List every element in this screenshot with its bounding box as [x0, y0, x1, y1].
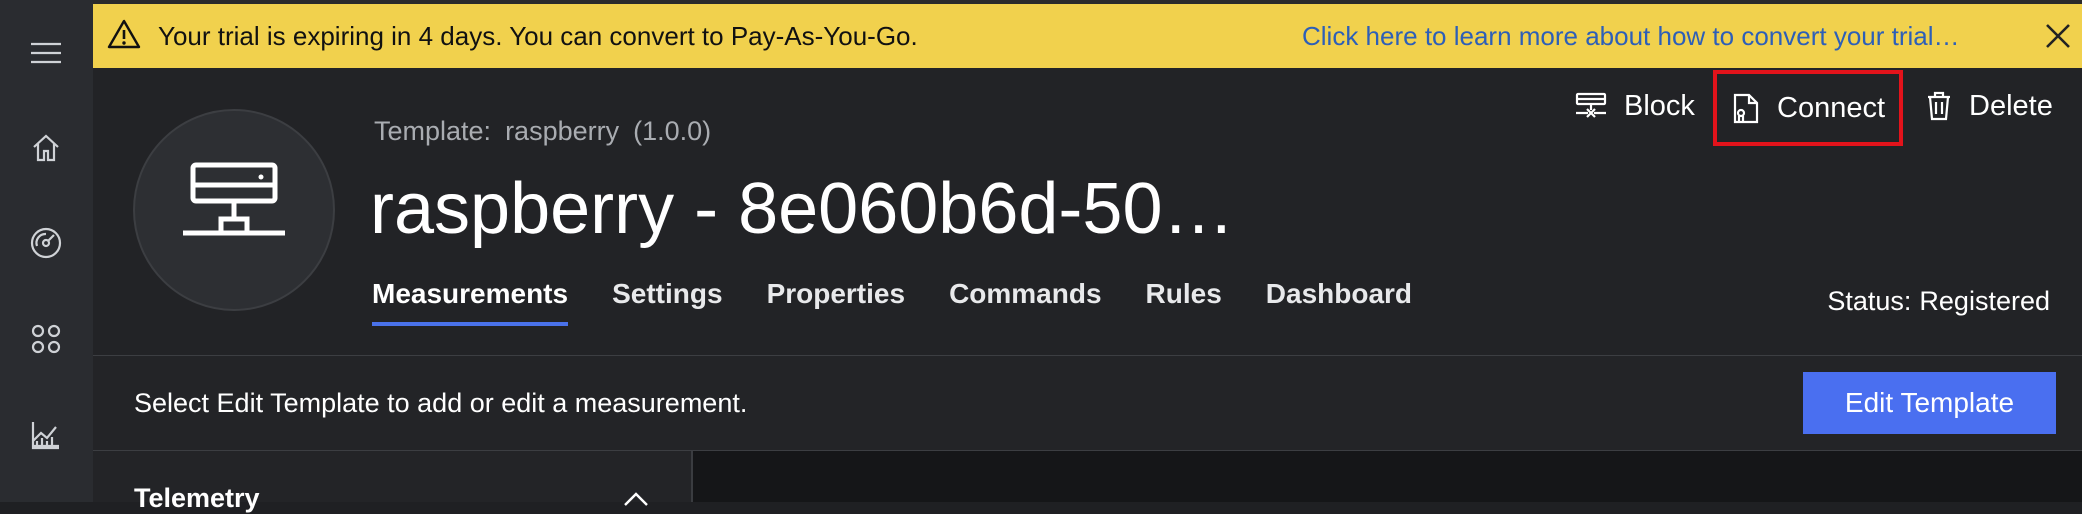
tab-commands[interactable]: Commands	[949, 278, 1101, 326]
measurement-info-bar: Select Edit Template to add or edit a me…	[93, 356, 2082, 451]
tab-settings[interactable]: Settings	[612, 278, 722, 326]
block-label: Block	[1624, 89, 1695, 122]
warning-icon	[107, 18, 141, 55]
telemetry-panel: Telemetry	[93, 451, 693, 513]
tab-measurements[interactable]: Measurements	[372, 278, 569, 326]
device-title: raspberry - 8e060b6d-50…	[370, 169, 1235, 249]
hamburger-menu-icon[interactable]	[27, 34, 65, 72]
home-icon[interactable]	[27, 129, 65, 167]
info-text: Select Edit Template to add or edit a me…	[134, 388, 748, 418]
tab-dashboard[interactable]: Dashboard	[1266, 278, 1412, 326]
device-status: Status: Registered	[1827, 286, 2050, 317]
telemetry-heading: Telemetry	[134, 483, 260, 513]
close-icon[interactable]	[2040, 18, 2076, 54]
block-button[interactable]: Block	[1574, 80, 1695, 132]
device-header: Template: raspberry (1.0.0) raspberry - 8e…	[93, 68, 2082, 356]
tab-rules[interactable]: Rules	[1146, 278, 1222, 326]
status-value: Registered	[1919, 286, 2050, 316]
connect-document-icon	[1733, 93, 1759, 124]
dashboard-gauge-icon[interactable]	[27, 224, 65, 262]
trial-banner: Your trial is expiring in 4 days. You ca…	[93, 4, 2082, 68]
convert-trial-link[interactable]: Click here to learn more about how to co…	[1302, 21, 1960, 52]
connect-label: Connect	[1777, 91, 1886, 124]
status-label: Status:	[1827, 286, 1912, 316]
network-device-icon	[183, 162, 285, 236]
connect-button[interactable]: Connect	[1712, 70, 1904, 146]
delete-button[interactable]: Delete	[1925, 80, 2053, 132]
edit-template-button[interactable]: Edit Template	[1803, 372, 2056, 434]
device-tabs: Measurements Settings Properties Command…	[372, 278, 1456, 326]
analytics-chart-icon[interactable]	[27, 416, 65, 454]
delete-label: Delete	[1969, 89, 2053, 122]
tab-properties[interactable]: Properties	[767, 278, 906, 326]
banner-message: Your trial is expiring in 4 days. You ca…	[158, 21, 918, 51]
template-version: (1.0.0)	[633, 116, 712, 146]
template-info: Template: raspberry (1.0.0)	[374, 116, 725, 147]
block-icon	[1575, 92, 1607, 118]
template-name: raspberry	[505, 116, 620, 146]
trash-icon	[1928, 91, 1950, 121]
template-label: Template:	[374, 116, 492, 146]
left-nav-rail	[0, 0, 94, 502]
measurement-chart-area	[693, 451, 2082, 502]
apps-grid-icon[interactable]	[27, 320, 65, 358]
device-avatar	[133, 109, 335, 311]
